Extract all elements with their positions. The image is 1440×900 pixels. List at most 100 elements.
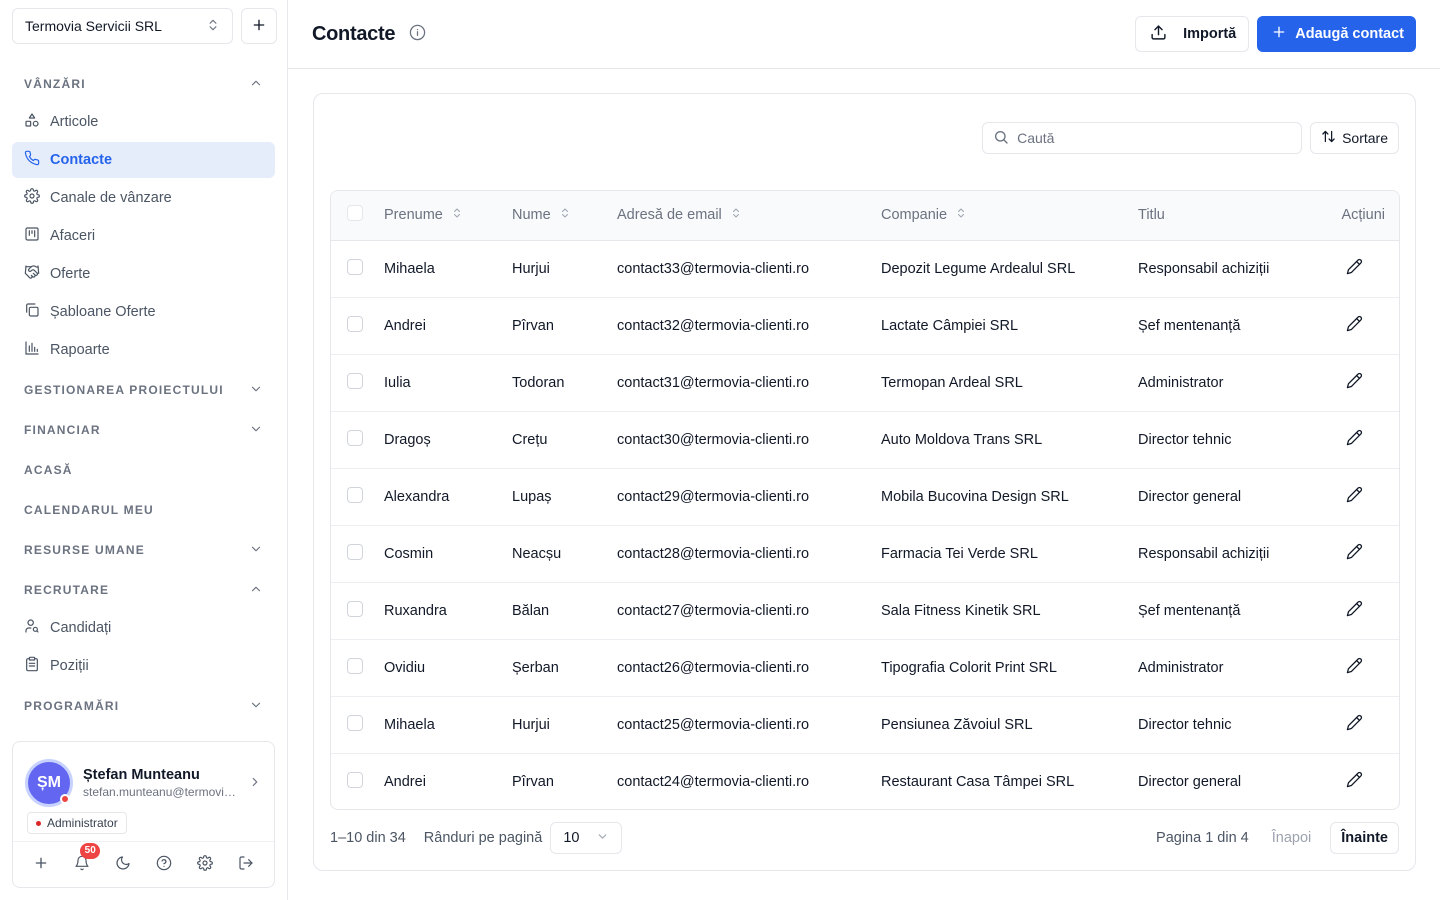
- row-checkbox[interactable]: [347, 714, 363, 731]
- pencil-icon: [1346, 714, 1363, 735]
- row-checkbox[interactable]: [347, 543, 363, 560]
- row-checkbox[interactable]: [347, 315, 363, 332]
- section-label: PROGRAMĂRI: [24, 699, 120, 713]
- section-recrutare[interactable]: RECRUTARE: [12, 570, 275, 610]
- section-label: GESTIONAREA PROIECTULUI: [24, 383, 224, 397]
- moon-icon: [115, 855, 131, 874]
- user-actions: 50: [13, 841, 274, 887]
- edit-contact-button[interactable]: [1343, 257, 1367, 281]
- edit-contact-button[interactable]: [1343, 485, 1367, 509]
- sidebar-item-pozitii[interactable]: Poziții: [12, 648, 275, 684]
- cell-first-name: Mihaela: [384, 240, 512, 298]
- contacts-table: Prenume Nume Adresă de email Companie Ti…: [331, 191, 1399, 809]
- sidebar-item-sabloane[interactable]: Șabloane Oferte: [12, 294, 275, 330]
- org-switcher[interactable]: Termovia Servicii SRL: [12, 8, 233, 44]
- contacts-table-wrap: Prenume Nume Adresă de email Companie Ti…: [330, 190, 1400, 810]
- next-page-button[interactable]: Înainte: [1330, 822, 1399, 854]
- col-email[interactable]: Adresă de email: [617, 191, 881, 241]
- section-calendar[interactable]: CALENDARUL MEU: [12, 490, 275, 530]
- search-box: [982, 122, 1303, 154]
- quick-add-button[interactable]: [27, 851, 55, 879]
- table-row: Ovidiu Șerban contact26@termovia-clienti.r…: [331, 639, 1399, 697]
- chevron-down-icon: [596, 830, 609, 847]
- user-profile-link[interactable]: ȘM Ștefan Munteanu stefan.munteanu@termo…: [13, 742, 274, 812]
- sidebar-item-rapoarte[interactable]: Rapoarte: [12, 332, 275, 368]
- row-checkbox[interactable]: [347, 486, 363, 503]
- user-email: stefan.munteanu@termovia-servicii.ro: [83, 785, 238, 799]
- sidebar-item-articole[interactable]: Articole: [12, 104, 275, 140]
- notifications-button[interactable]: 50: [68, 842, 101, 879]
- help-button[interactable]: [150, 851, 178, 879]
- theme-toggle-button[interactable]: [109, 851, 137, 879]
- sidebar-item-contacte[interactable]: Contacte: [12, 142, 275, 178]
- col-first-name[interactable]: Prenume: [384, 191, 512, 241]
- row-checkbox[interactable]: [347, 429, 363, 446]
- plus-icon: [1271, 24, 1287, 44]
- sort-icon: [730, 207, 742, 223]
- plus-icon: [33, 855, 49, 874]
- sort-button[interactable]: Sortare: [1310, 122, 1399, 154]
- edit-contact-button[interactable]: [1343, 599, 1367, 623]
- edit-contact-button[interactable]: [1343, 371, 1367, 395]
- edit-contact-button[interactable]: [1343, 770, 1367, 794]
- col-title: Titlu: [1138, 191, 1308, 241]
- search-input[interactable]: [1017, 130, 1292, 146]
- cell-email: contact28@termovia-clienti.ro: [617, 525, 881, 583]
- cell-company: Depozit Legume Ardealul SRL: [881, 240, 1138, 298]
- cell-company: Tipografia Colorit Print SRL: [881, 639, 1138, 697]
- pencil-icon: [1346, 543, 1363, 564]
- org-name: Termovia Servicii SRL: [25, 18, 162, 34]
- settings-button[interactable]: [191, 851, 219, 879]
- edit-contact-button[interactable]: [1343, 542, 1367, 566]
- section-acasa[interactable]: ACASĂ: [12, 450, 275, 490]
- section-programari[interactable]: PROGRAMĂRI: [12, 686, 275, 726]
- handshake-icon: [24, 264, 40, 284]
- chevron-up-icon: [249, 76, 263, 93]
- cell-first-name: Dragoș: [384, 411, 512, 469]
- section-financiar[interactable]: FINANCIAR: [12, 410, 275, 450]
- col-label: Companie: [881, 207, 948, 224]
- section-vanzari[interactable]: VÂNZĂRI: [12, 64, 275, 104]
- cell-company: Auto Moldova Trans SRL: [881, 411, 1138, 469]
- select-all-checkbox[interactable]: [347, 205, 363, 222]
- col-last-name[interactable]: Nume: [512, 191, 617, 241]
- edit-contact-button[interactable]: [1343, 656, 1367, 680]
- cell-company: Restaurant Casa Tâmpei SRL: [881, 773, 1075, 790]
- cell-last-name: Hurjui: [512, 696, 617, 754]
- row-checkbox[interactable]: [347, 258, 363, 275]
- section-proiect[interactable]: GESTIONAREA PROIECTULUI: [12, 370, 275, 410]
- rows-per-page-select[interactable]: 10: [550, 822, 623, 854]
- col-label: Adresă de email: [617, 207, 722, 224]
- sidebar-item-candidati[interactable]: Candidați: [12, 610, 275, 646]
- sidebar-item-afaceri[interactable]: Afaceri: [12, 218, 275, 254]
- edit-contact-button[interactable]: [1343, 713, 1367, 737]
- sidebar-item-canale[interactable]: Canale de vânzare: [12, 180, 275, 216]
- page-info: Pagina 1 din 4: [1156, 830, 1249, 846]
- row-checkbox[interactable]: [347, 600, 363, 617]
- cell-first-name: Ruxandra: [384, 582, 512, 640]
- section-resurse[interactable]: RESURSE UMANE: [12, 530, 275, 570]
- row-checkbox[interactable]: [347, 771, 363, 788]
- sidebar-item-oferte[interactable]: Oferte: [12, 256, 275, 292]
- add-org-button[interactable]: [241, 8, 277, 44]
- row-checkbox[interactable]: [347, 372, 363, 389]
- table-row: Andrei Pîrvan contact24@termovia-clienti.r…: [331, 753, 1399, 809]
- edit-contact-button[interactable]: [1343, 428, 1367, 452]
- edit-contact-button[interactable]: [1343, 314, 1367, 338]
- user-info: Ștefan Munteanu stefan.munteanu@termovia…: [83, 767, 238, 799]
- logout-button[interactable]: [232, 851, 260, 879]
- col-actions: Acțiuni: [1308, 191, 1399, 241]
- pencil-icon: [1346, 600, 1363, 621]
- avatar: ȘM: [25, 759, 73, 807]
- pencil-icon: [1346, 315, 1363, 336]
- sidebar-item-label: Candidați: [50, 620, 112, 636]
- row-checkbox[interactable]: [347, 657, 363, 674]
- add-contact-label: Adaugă contact: [1295, 26, 1404, 42]
- col-company[interactable]: Companie: [881, 191, 1138, 241]
- import-button[interactable]: Importă: [1135, 16, 1250, 52]
- section-label: ACASĂ: [24, 463, 73, 477]
- add-contact-button[interactable]: Adaugă contact: [1257, 16, 1416, 52]
- section-label: RECRUTARE: [24, 583, 110, 597]
- info-icon[interactable]: [409, 24, 426, 44]
- prev-page-button[interactable]: Înapoi: [1261, 822, 1323, 854]
